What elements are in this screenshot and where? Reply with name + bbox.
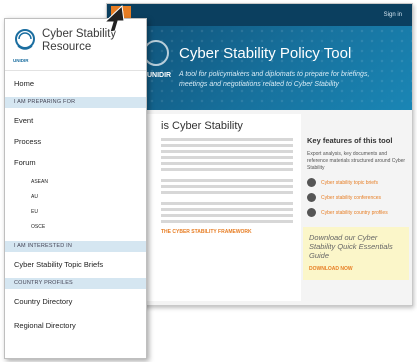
hero-title: Cyber Stability Policy Tool <box>179 45 352 62</box>
download-promo: Download our Cyber Stability Quick Essen… <box>303 227 409 280</box>
menu-item-home[interactable]: Home <box>5 71 146 97</box>
text-line <box>161 138 293 141</box>
feature-conferences[interactable]: Cyber stability conferences <box>307 193 407 202</box>
menu-item-country-directory[interactable]: Country Directory <box>5 289 146 315</box>
text-line <box>161 156 293 159</box>
menu-subitem-eu[interactable]: EU <box>5 205 146 220</box>
hero-logo-text: UNIDIR <box>147 72 172 79</box>
menu-subitem-asean[interactable]: ASEAN <box>5 175 146 190</box>
key-features-text: Export analysis, key documents and refer… <box>307 151 406 171</box>
key-features-title: Key features of this tool <box>307 136 393 145</box>
text-line <box>161 162 293 165</box>
document-icon <box>307 178 316 187</box>
sign-in-link[interactable]: Sign in <box>384 12 402 18</box>
text-line <box>161 208 293 211</box>
menu-item-process[interactable]: Process <box>5 131 146 152</box>
section-country-profiles: COUNTRY PROFILES <box>5 278 146 289</box>
text-line <box>161 179 293 182</box>
calendar-icon <box>307 193 316 202</box>
download-now-link[interactable]: DOWNLOAD NOW <box>309 266 403 272</box>
key-features-panel: Key features of this tool Export analysi… <box>303 136 409 301</box>
hero-subtitle: A tool for policymakers and diplomats to… <box>179 71 370 88</box>
menu-title: Cyber Stability Resource <box>42 28 117 53</box>
pointer-arrow-icon <box>103 4 125 33</box>
feature-country-profiles[interactable]: Cyber stability country profiles <box>307 208 407 217</box>
framework-link[interactable]: THE CYBER STABILITY FRAMEWORK <box>161 229 293 235</box>
section-preparing: I AM PREPARING FOR <box>5 97 146 108</box>
navigation-menu: UNIDIR Cyber Stability Resource Home I A… <box>4 18 147 359</box>
background-page: ≡ Sign in UNIDIR Cyber Stability Policy … <box>106 3 413 306</box>
feature-topic-briefs[interactable]: Cyber stability topic briefs <box>307 178 407 187</box>
menu-item-forum[interactable]: Forum <box>5 152 146 173</box>
unidir-logo-icon <box>15 29 35 50</box>
section-interested: I AM INTERESTED IN <box>5 241 146 252</box>
text-line <box>161 214 293 217</box>
promo-title: Download our Cyber Stability Quick Essen… <box>309 233 393 260</box>
menu-item-event[interactable]: Event <box>5 110 146 131</box>
text-line <box>161 144 293 147</box>
hero-pattern <box>107 26 412 110</box>
feature-label: Cyber stability topic briefs <box>321 179 378 186</box>
feature-label: Cyber stability country profiles <box>321 209 388 216</box>
menu-subitem-osce[interactable]: OSCE <box>5 220 146 235</box>
hero-banner: UNIDIR Cyber Stability Policy Tool A too… <box>107 26 412 110</box>
menu-item-topic-briefs[interactable]: Cyber Stability Topic Briefs <box>5 252 146 278</box>
globe-icon <box>307 208 316 217</box>
main-content: is Cyber Stability THE CYBER STABILITY F… <box>123 114 301 301</box>
text-line <box>161 185 293 188</box>
text-line <box>161 220 293 223</box>
menu-item-regional-directory[interactable]: Regional Directory <box>5 315 146 337</box>
menu-subitem-au[interactable]: AU <box>5 190 146 205</box>
logo-text: UNIDIR <box>13 58 29 63</box>
text-line <box>161 191 293 194</box>
main-title: is Cyber Stability <box>161 120 243 132</box>
text-line <box>161 150 293 153</box>
feature-label: Cyber stability conferences <box>321 194 382 201</box>
text-line <box>161 202 293 205</box>
top-bar: ≡ Sign in <box>107 4 412 26</box>
text-line <box>161 168 293 171</box>
